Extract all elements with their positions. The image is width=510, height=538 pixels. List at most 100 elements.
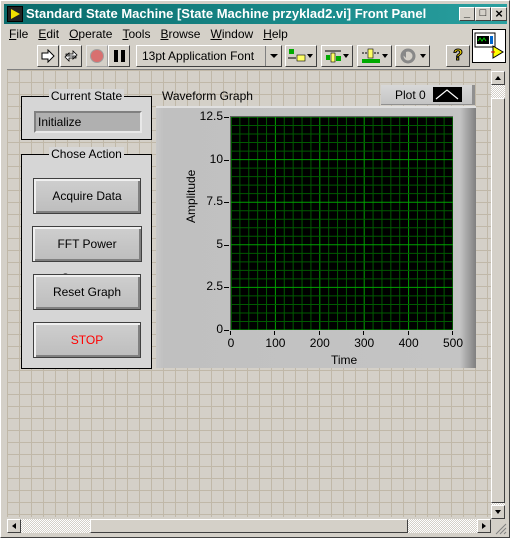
distribute-objects-icon (325, 50, 341, 63)
arrow-right-icon (482, 523, 486, 529)
menu-label-rest: perate (78, 27, 113, 41)
menu-browse[interactable]: Browse (155, 25, 205, 43)
window-title: Standard State Machine [State Machine pr… (26, 6, 427, 21)
menu-file[interactable]: File (4, 25, 33, 43)
distribute-objects-button[interactable] (321, 45, 353, 67)
scroll-up-button[interactable] (491, 71, 505, 85)
x-tick-mark (363, 331, 365, 335)
run-button[interactable] (37, 45, 59, 67)
pause-icon (113, 50, 125, 62)
run-continuously-button[interactable] (60, 45, 82, 67)
menu-label-rest: ools (128, 27, 151, 41)
y-tick-mark (224, 202, 229, 204)
y-tick-mark (224, 159, 229, 161)
vertical-scroll-thumb[interactable] (491, 98, 505, 503)
current-state-indicator: Initialize (34, 111, 142, 133)
waveform-graph-label: Waveform Graph (162, 89, 253, 103)
run-continuously-icon (64, 50, 78, 62)
legend-line-swatch-icon (433, 87, 462, 102)
font-selector[interactable]: 13pt Application Font (136, 45, 282, 67)
align-objects-icon (288, 49, 306, 62)
y-tick-mark (224, 330, 229, 331)
pause-button[interactable] (108, 45, 130, 67)
y-tick-label: 10 (209, 151, 223, 166)
scroll-right-button[interactable] (477, 519, 491, 533)
x-tick-mark (452, 331, 453, 335)
y-tick-mark (224, 244, 229, 246)
maximize-button[interactable]: □ (475, 7, 491, 21)
x-tick-label: 400 (398, 336, 419, 350)
plot-legend[interactable]: Plot 0 (381, 85, 475, 105)
close-button[interactable]: × (491, 7, 507, 21)
x-tick-mark (274, 331, 276, 335)
resize-objects-button[interactable] (357, 45, 392, 67)
resize-grip-icon[interactable] (493, 521, 507, 535)
arrow-down-icon (495, 510, 501, 514)
fft-power-spectrum-button[interactable]: FFT Power Spectrum (32, 226, 142, 285)
menu-help[interactable]: Help (258, 25, 293, 43)
legend-plot-name: Plot 0 (395, 88, 426, 102)
x-tick-label: 200 (309, 336, 330, 350)
y-tick-label: 0 (216, 322, 223, 336)
menu-bar: File Edit Operate Tools Browse Window Help (4, 25, 293, 43)
scroll-down-button[interactable] (491, 505, 505, 519)
stop-button[interactable]: STOP (33, 322, 141, 358)
vertical-scrollbar[interactable] (491, 71, 505, 519)
menu-accelerator: O (69, 27, 79, 41)
front-panel-window: Standard State Machine [State Machine pr… (0, 0, 510, 538)
reset-graph-button[interactable]: Reset Graph (33, 274, 141, 310)
vi-connector-icon (474, 32, 504, 59)
x-tick-label: 0 (227, 336, 235, 350)
acquire-data-button[interactable]: Acquire Data (33, 178, 141, 214)
context-help-icon: ? (453, 47, 464, 65)
y-tick-mark (224, 117, 229, 118)
minimize-button[interactable]: _ (459, 7, 475, 21)
toolbar: 13pt Application Font ? (4, 43, 471, 69)
abort-button[interactable] (86, 45, 108, 67)
x-tick-label: 500 (443, 336, 464, 350)
plot-grid (230, 116, 454, 331)
menu-label-rest: dit (46, 27, 60, 41)
menu-accelerator: H (263, 27, 272, 41)
menu-label-rest: rowse (168, 27, 201, 41)
current-state-group: Current State Initialize (21, 89, 152, 140)
horizontal-scrollbar[interactable] (7, 519, 491, 533)
y-tick-label: 2.5 (206, 279, 223, 294)
vi-icon[interactable] (472, 29, 506, 63)
chose-action-group: Chose Action Acquire Data FFT Power Spec… (21, 147, 152, 369)
run-icon (41, 49, 55, 63)
menu-tools[interactable]: Tools (117, 25, 155, 43)
scroll-left-button[interactable] (7, 519, 21, 533)
align-objects-button[interactable] (285, 45, 317, 67)
horizontal-scroll-thumb[interactable] (90, 519, 408, 533)
font-selector-value: 13pt Application Font (142, 49, 255, 63)
title-bar[interactable]: Standard State Machine [State Machine pr… (4, 4, 507, 24)
resize-objects-icon (361, 48, 380, 63)
current-state-label: Current State (48, 89, 125, 103)
x-tick-label: 300 (354, 336, 375, 350)
abort-icon (90, 49, 104, 63)
y-tick-label: 12.5 (199, 109, 223, 123)
x-tick-label: 100 (265, 336, 286, 350)
menu-accelerator: W (210, 27, 222, 41)
menu-operate[interactable]: Operate (64, 25, 117, 43)
arrow-left-icon (12, 523, 16, 529)
chevron-down-icon (265, 46, 281, 66)
y-tick-mark (224, 287, 229, 289)
reorder-icon (400, 48, 415, 64)
x-axis-label: Time (331, 353, 358, 367)
arrow-up-icon (495, 76, 501, 80)
labview-app-icon (7, 6, 23, 22)
menu-label-rest: elp (271, 27, 288, 41)
reorder-button[interactable] (395, 45, 430, 67)
chose-action-label: Chose Action (49, 147, 124, 161)
y-axis-label: Amplitude (184, 169, 198, 223)
plot-area[interactable] (230, 116, 454, 331)
x-tick-mark (407, 331, 409, 335)
menu-edit[interactable]: Edit (33, 25, 64, 43)
menu-label-rest: indow (221, 27, 254, 41)
x-tick-mark (230, 331, 231, 335)
x-tick-mark (318, 331, 320, 335)
menu-window[interactable]: Window (205, 25, 258, 43)
context-help-button[interactable]: ? (446, 45, 470, 67)
